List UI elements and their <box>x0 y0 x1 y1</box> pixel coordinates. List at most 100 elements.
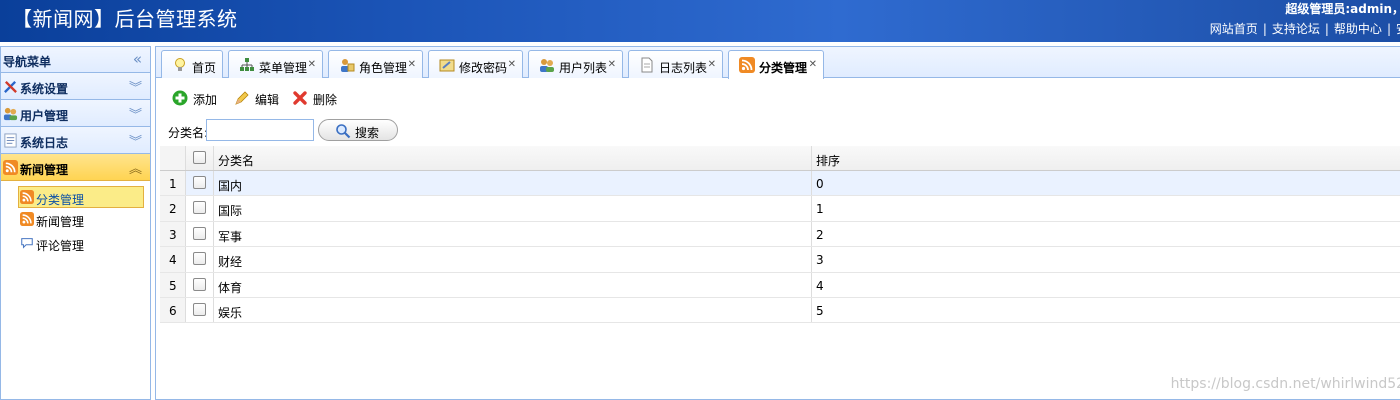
table-row[interactable]: 3 军事 2 <box>160 221 1400 248</box>
row-select-cell <box>186 196 214 221</box>
row-number: 6 <box>169 303 177 318</box>
sidebar-section-label: 系统设置 <box>20 82 69 96</box>
tab-bar: 首页 菜单管理 ✕ 角色管理 ✕ 修改密码 ✕ 用户列表 ✕ 日志列表 ✕ 分类… <box>156 47 1400 79</box>
name-cell: 体育 <box>214 272 812 297</box>
close-tab-icon[interactable]: ✕ <box>308 59 316 70</box>
sidebar-item-comment-management[interactable]: 评论管理 <box>1 232 150 256</box>
tab-role-management[interactable]: 角色管理 ✕ <box>328 50 423 78</box>
password-icon <box>439 59 455 72</box>
sort-value: 0 <box>816 177 824 191</box>
watermark-text: https://blog.csdn.net/whirlwind526 <box>1170 376 1400 392</box>
users-icon <box>3 107 18 121</box>
log-icon <box>4 133 17 148</box>
close-tab-icon[interactable]: ✕ <box>708 59 716 70</box>
rss-icon <box>3 160 18 175</box>
sidebar-section-system-log[interactable]: 系统日志 ︾ <box>1 127 150 154</box>
table-row[interactable]: 2 国际 1 <box>160 196 1400 222</box>
tab-menu-management[interactable]: 菜单管理 ✕ <box>228 50 323 78</box>
sidebar-item-news-management[interactable]: 新闻管理 <box>1 208 150 232</box>
document-icon <box>641 57 653 73</box>
row-checkbox[interactable] <box>193 302 206 316</box>
name-cell: 军事 <box>214 221 812 247</box>
category-name: 娱乐 <box>218 305 243 320</box>
sidebar-section-label: 用户管理 <box>20 109 69 123</box>
tab-label: 分类管理 <box>759 61 808 75</box>
search-button-label: 搜索 <box>355 126 380 140</box>
link-security[interactable]: 安 <box>1396 22 1400 36</box>
row-checkbox[interactable] <box>193 277 206 291</box>
name-cell: 财经 <box>214 247 812 272</box>
link-support-forum[interactable]: 支持论坛 <box>1272 22 1320 36</box>
sidebar-section-label: 系统日志 <box>20 136 69 150</box>
expand-chevron-icon[interactable]: ︾ <box>129 77 142 96</box>
sort-cell: 4 <box>812 273 1400 297</box>
close-tab-icon[interactable]: ✕ <box>809 59 817 70</box>
row-number: 1 <box>169 177 177 191</box>
sort-cell: 0 <box>812 171 1400 195</box>
sidebar-item-label: 新闻管理 <box>36 215 85 229</box>
row-select-cell <box>186 247 214 272</box>
app-header: 【新闻网】后台管理系统 超级管理员:admin， 网站首页 | 支持论坛 | 帮助中心 |… <box>0 0 1400 42</box>
select-all-checkbox[interactable] <box>193 151 206 164</box>
table-row[interactable]: 5 体育 4 <box>160 272 1400 298</box>
sidebar-section-system-settings[interactable]: 系统设置 ︾ <box>1 73 150 100</box>
delete-icon <box>293 91 307 105</box>
sidebar-item-category-management[interactable]: 分类管理 <box>18 186 144 208</box>
tab-change-password[interactable]: 修改密码 ✕ <box>428 50 523 78</box>
row-checkbox[interactable] <box>193 252 206 266</box>
app-title: 【新闻网】后台管理系统 <box>12 7 238 31</box>
row-number-cell: 2 <box>160 196 186 221</box>
edit-button[interactable]: 编辑 <box>234 87 284 109</box>
tools-icon <box>4 80 17 93</box>
row-number-header <box>160 146 186 170</box>
row-checkbox[interactable] <box>193 226 206 240</box>
tab-category-management[interactable]: 分类管理 ✕ <box>728 50 824 79</box>
search-button[interactable]: 搜索 <box>318 119 398 141</box>
column-header-sort[interactable]: 排序 <box>812 146 1400 170</box>
sidebar-section-news-management[interactable]: 新闻管理 ︽ <box>1 154 150 181</box>
role-icon <box>341 59 355 72</box>
close-tab-icon[interactable]: ✕ <box>408 59 416 70</box>
tab-user-list[interactable]: 用户列表 ✕ <box>528 50 623 78</box>
link-help-center[interactable]: 帮助中心 <box>1334 22 1382 36</box>
column-header-name[interactable]: 分类名 <box>214 146 812 170</box>
sidebar-item-label: 评论管理 <box>36 239 85 253</box>
row-select-cell <box>186 221 214 247</box>
link-site-home[interactable]: 网站首页 <box>1210 22 1258 36</box>
delete-button[interactable]: 删除 <box>292 87 342 109</box>
search-label: 分类名: <box>168 126 209 140</box>
sidebar-section-label: 新闻管理 <box>20 163 69 177</box>
edit-button-label: 编辑 <box>255 93 280 107</box>
row-number: 5 <box>169 278 177 293</box>
column-header-label: 分类名 <box>218 154 255 168</box>
row-number-cell: 5 <box>160 272 186 297</box>
rss-icon <box>20 190 34 204</box>
close-tab-icon[interactable]: ✕ <box>508 59 516 70</box>
collapse-chevron-icon[interactable]: ︽ <box>129 158 142 177</box>
sort-value: 5 <box>816 303 824 318</box>
table-row[interactable]: 6 娱乐 5 <box>160 297 1400 324</box>
tab-label: 修改密码 <box>459 61 508 75</box>
column-header-label: 排序 <box>816 154 841 168</box>
sort-value: 4 <box>816 278 824 293</box>
name-cell: 国际 <box>214 196 812 221</box>
name-cell: 娱乐 <box>214 297 812 323</box>
table-row[interactable]: 4 财经 3 <box>160 247 1400 273</box>
expand-chevron-icon[interactable]: ︾ <box>129 131 142 150</box>
row-checkbox[interactable] <box>193 201 206 215</box>
category-name-input[interactable] <box>206 119 314 141</box>
tab-log-list[interactable]: 日志列表 ✕ <box>628 50 723 78</box>
row-checkbox[interactable] <box>193 176 206 189</box>
expand-chevron-icon[interactable]: ︾ <box>129 104 142 123</box>
sort-value: 1 <box>816 202 824 217</box>
close-tab-icon[interactable]: ✕ <box>608 59 616 70</box>
delete-button-label: 删除 <box>313 93 338 107</box>
users-icon <box>540 59 554 72</box>
sidebar-section-user-management[interactable]: 用户管理 ︾ <box>1 100 150 127</box>
nav-sidebar: 导航菜单 « 系统设置 ︾ 用户管理 ︾ 系统日志 ︾ 新闻管理 ︽ 分类管理 … <box>0 46 151 400</box>
tab-home[interactable]: 首页 <box>161 50 223 78</box>
news-submenu: 分类管理 新闻管理 评论管理 <box>1 181 150 256</box>
add-button[interactable]: 添加 <box>172 87 222 109</box>
table-row[interactable]: 1 国内 0 <box>160 171 1400 197</box>
collapse-sidebar-icon[interactable]: « <box>133 50 142 68</box>
